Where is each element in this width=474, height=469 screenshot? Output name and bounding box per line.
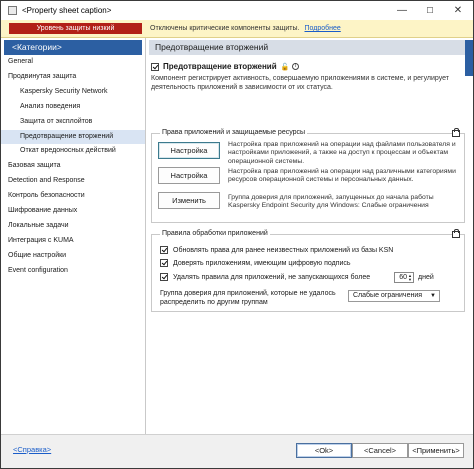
cancel-button[interactable]: <Cancel> <box>352 443 408 458</box>
sidebar-item-kuma-integration[interactable]: Интеграция с KUMA <box>1 234 145 249</box>
sidebar-item-detection-response[interactable]: Detection and Response <box>1 174 145 189</box>
days-spinbox[interactable]: 60 ▲ ▼ <box>394 272 414 283</box>
sidebar-item-security-controls[interactable]: Контроль безопасности <box>1 189 145 204</box>
sidebar-item-event-configuration[interactable]: Event configuration <box>1 264 145 279</box>
enable-hips-checkbox[interactable] <box>151 62 159 71</box>
delete-rules-checkbox[interactable] <box>160 273 168 281</box>
alert-details-link[interactable]: Подробнее <box>304 25 340 32</box>
file-rights-description: Настройка прав приложений на операции на… <box>228 141 456 165</box>
ok-button[interactable]: <Ok> <box>296 443 352 458</box>
rights-group: Права приложений и защищаемые ресурсы На… <box>151 128 465 223</box>
os-resources-settings-button[interactable]: Настройка <box>158 167 220 184</box>
chevron-down-icon: ▼ <box>430 293 436 299</box>
trust-group-change-button[interactable]: Изменить <box>158 192 220 209</box>
close-icon[interactable]: ✕ <box>445 1 471 20</box>
feature-toggle-row: Предотвращение вторжений 🔓 i <box>151 62 300 71</box>
days-unit-label: дней <box>418 274 434 281</box>
settings-panel: Предотвращение вторжений Предотвращение … <box>147 38 473 434</box>
window-title: <Property sheet caption> <box>22 6 112 15</box>
dialog-footer: <Справка> <Ok> <Cancel> <Применить> <box>1 434 473 468</box>
section-header: Предотвращение вторжений <box>149 40 471 55</box>
sidebar-nav: General Продвинутая защита Kaspersky Sec… <box>1 55 145 279</box>
os-resources-description: Настройка прав приложений на операции на… <box>228 168 456 184</box>
sidebar-item-basic-protection[interactable]: Базовая защита <box>1 159 145 174</box>
sidebar-item-remediation-engine[interactable]: Откат вредоносных действий <box>1 144 145 159</box>
sidebar-item-behavior-analysis[interactable]: Анализ поведения <box>1 100 145 115</box>
info-icon[interactable]: i <box>292 63 300 70</box>
select-value: Слабые ограничения <box>353 292 423 299</box>
feature-label: Предотвращение вторжений <box>163 62 277 71</box>
lock-icon[interactable] <box>452 229 460 238</box>
sidebar-item-host-intrusion-prevention[interactable]: Предотвращение вторжений <box>1 129 145 145</box>
trust-signed-label: Доверять приложениям, имеющим цифровую п… <box>173 259 351 267</box>
sidebar-item-data-encryption[interactable]: Шифрование данных <box>1 204 145 219</box>
trust-signed-option: Доверять приложениям, имеющим цифровую п… <box>160 259 351 267</box>
alert-bar: Уровень защиты низкий Отключены критичес… <box>1 20 473 38</box>
days-value: 60 <box>399 274 407 281</box>
fallback-trust-group-label: Группа доверия для приложений, которые н… <box>160 290 336 306</box>
minimize-icon[interactable]: — <box>389 1 415 20</box>
processing-group-title: Правила обработки приложений <box>160 230 270 237</box>
sidebar-item-ksn[interactable]: Kaspersky Security Network <box>1 85 145 100</box>
sidebar-item-general[interactable]: General <box>1 55 145 70</box>
help-link[interactable]: <Справка> <box>13 445 51 454</box>
protection-level-badge: Уровень защиты низкий <box>9 23 142 34</box>
spin-arrows-icon[interactable]: ▲ ▼ <box>408 274 412 282</box>
feature-description: Компонент регистрирует активность, совер… <box>151 75 450 91</box>
sidebar-item-local-tasks[interactable]: Локальные задачи <box>1 219 145 234</box>
ksn-update-label: Обновлять права для ранее неизвестных пр… <box>173 246 394 254</box>
app-icon <box>8 6 17 15</box>
trust-signed-checkbox[interactable] <box>160 259 168 267</box>
trust-group-description: Группа доверия для приложений, запущенны… <box>228 194 434 210</box>
unlock-icon[interactable]: 🔓 <box>281 63 290 71</box>
scrollbar-thumb[interactable] <box>465 40 473 76</box>
fallback-trust-group-select[interactable]: Слабые ограничения ▼ <box>348 290 440 302</box>
sidebar-item-exploit-prevention[interactable]: Защита от эксплойтов <box>1 115 145 130</box>
delete-rules-option: Удалять правила для приложений, не запус… <box>160 273 370 281</box>
lock-icon[interactable] <box>452 128 460 137</box>
alert-text: Отключены критические компоненты защиты. <box>150 25 300 32</box>
ksn-update-checkbox[interactable] <box>160 246 168 254</box>
maximize-icon[interactable]: ☐ <box>417 1 443 20</box>
property-sheet-window: <Property sheet caption> — ☐ ✕ Уровень з… <box>0 0 474 469</box>
apply-button[interactable]: <Применить> <box>408 443 464 458</box>
processing-rules-group: Правила обработки приложений Обновлять п… <box>151 229 465 312</box>
ksn-update-option: Обновлять права для ранее неизвестных пр… <box>160 246 393 254</box>
sidebar-item-general-settings[interactable]: Общие настройки <box>1 249 145 264</box>
sidebar-header[interactable]: <Категории> <box>4 40 142 55</box>
rights-group-title: Права приложений и защищаемые ресурсы <box>160 129 308 136</box>
title-bar: <Property sheet caption> — ☐ ✕ <box>1 1 473 20</box>
category-sidebar: <Категории> General Продвинутая защита K… <box>1 38 146 434</box>
file-rights-settings-button[interactable]: Настройка <box>158 142 220 159</box>
sidebar-item-advanced-protection[interactable]: Продвинутая защита <box>1 70 145 85</box>
delete-rules-label: Удалять правила для приложений, не запус… <box>173 273 371 281</box>
